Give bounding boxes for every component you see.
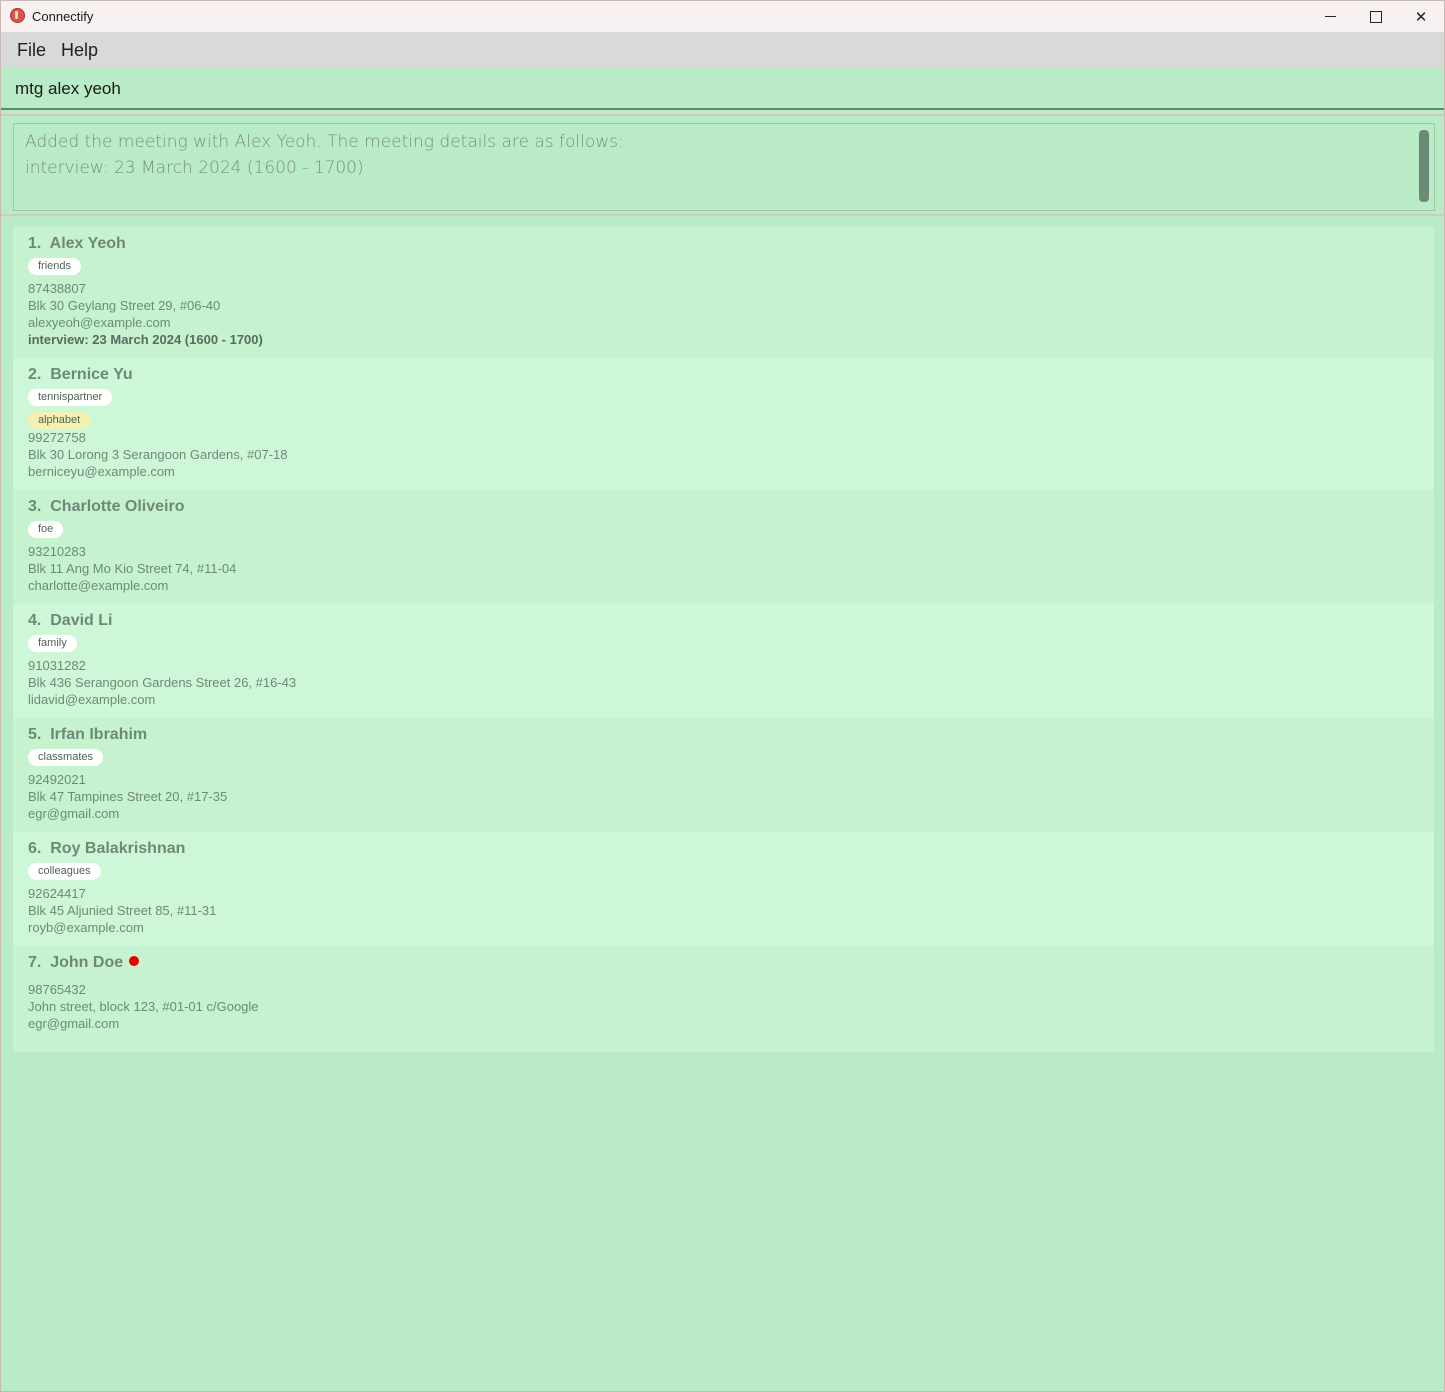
- person-phone: 93210283: [28, 544, 86, 559]
- person-index: 4.: [28, 612, 42, 629]
- tag: colleagues: [28, 863, 101, 880]
- person-email: lidavid@example.com: [28, 692, 156, 707]
- person-title: 2. Bernice Yu: [28, 366, 133, 384]
- close-button[interactable]: ✕: [1398, 1, 1444, 32]
- divider: [1, 214, 1444, 216]
- person-card[interactable]: 1. Alex Yeoh friends 87438807 Blk 30 Gey…: [13, 227, 1434, 358]
- person-title: 1. Alex Yeoh: [28, 235, 126, 253]
- app-window: Connectify ✕ File Help Added the meeting…: [0, 0, 1445, 1392]
- tag: family: [28, 635, 77, 652]
- minimize-button[interactable]: [1307, 1, 1353, 32]
- person-phone: 92624417: [28, 886, 86, 901]
- person-card[interactable]: 5. Irfan Ibrahim classmates 92492021 Blk…: [13, 718, 1434, 832]
- person-name: Alex Yeoh: [49, 235, 126, 252]
- person-meeting: interview: 23 March 2024 (1600 - 1700): [28, 332, 263, 347]
- person-email: egr@gmail.com: [28, 1016, 120, 1031]
- result-display: Added the meeting with Alex Yeoh. The me…: [13, 123, 1435, 211]
- title-bar: Connectify ✕: [1, 1, 1444, 32]
- result-scrollbar[interactable]: [1419, 130, 1429, 202]
- person-index: 7.: [28, 954, 42, 971]
- person-name: Charlotte Oliveiro: [50, 498, 185, 515]
- person-index: 5.: [28, 726, 42, 743]
- tag-highlighted: alphabet: [28, 412, 91, 429]
- result-text-line: interview: 23 March 2024 (1600 - 1700): [25, 158, 364, 178]
- person-card[interactable]: 2. Bernice Yu tennispartner alphabet 992…: [13, 358, 1434, 490]
- person-email: egr@gmail.com: [28, 806, 120, 821]
- person-address: Blk 436 Serangoon Gardens Street 26, #16…: [28, 675, 297, 690]
- close-icon: ✕: [1414, 7, 1428, 26]
- person-title: 7. John Doe: [28, 954, 140, 972]
- person-name: Irfan Ibrahim: [50, 726, 148, 743]
- menu-bar: File Help: [1, 32, 1444, 67]
- person-name: John Doe: [50, 954, 124, 971]
- person-address: Blk 30 Lorong 3 Serangoon Gardens, #07-1…: [28, 447, 288, 462]
- person-card[interactable]: 6. Roy Balakrishnan colleagues 92624417 …: [13, 832, 1434, 946]
- person-email: berniceyu@example.com: [28, 464, 175, 479]
- person-phone: 92492021: [28, 772, 86, 787]
- person-email: charlotte@example.com: [28, 578, 169, 593]
- person-list: 1. Alex Yeoh friends 87438807 Blk 30 Gey…: [13, 227, 1434, 1052]
- person-phone: 87438807: [28, 281, 86, 296]
- maximize-icon: [1370, 10, 1382, 23]
- status-dot-icon: [129, 956, 140, 966]
- person-index: 6.: [28, 840, 42, 857]
- person-index: 2.: [28, 366, 42, 383]
- tag: foe: [28, 521, 64, 538]
- person-card[interactable]: 3. Charlotte Oliveiro foe 93210283 Blk 1…: [13, 490, 1434, 604]
- menu-help[interactable]: Help: [61, 40, 98, 61]
- result-text-line: Added the meeting with Alex Yeoh. The me…: [25, 132, 624, 152]
- person-title: 4. David Li: [28, 612, 112, 630]
- person-title: 3. Charlotte Oliveiro: [28, 498, 184, 516]
- person-phone: 99272758: [28, 430, 86, 445]
- person-title: 6. Roy Balakrishnan: [28, 840, 185, 858]
- person-name: David Li: [50, 612, 113, 629]
- person-title: 5. Irfan Ibrahim: [28, 726, 147, 744]
- minimize-icon: [1324, 16, 1336, 17]
- tag: classmates: [28, 749, 104, 766]
- person-address: Blk 45 Aljunied Street 85, #11-31: [28, 903, 217, 918]
- command-box: [1, 67, 1444, 110]
- person-address: Blk 11 Ang Mo Kio Street 74, #11-04: [28, 561, 237, 576]
- person-phone: 91031282: [28, 658, 86, 673]
- person-address: Blk 47 Tampines Street 20, #17-35: [28, 789, 228, 804]
- tag: friends: [28, 258, 82, 275]
- person-index: 3.: [28, 498, 42, 515]
- tag: tennispartner: [28, 389, 113, 406]
- person-card[interactable]: 7. John Doe 98765432 John street, block …: [13, 946, 1434, 1052]
- person-email: alexyeoh@example.com: [28, 315, 171, 330]
- person-email: royb@example.com: [28, 920, 144, 935]
- window-title: Connectify: [32, 9, 94, 24]
- menu-file[interactable]: File: [17, 40, 46, 61]
- person-address: Blk 30 Geylang Street 29, #06-40: [28, 298, 221, 313]
- app-logo-icon: [10, 8, 25, 23]
- person-index: 1.: [28, 235, 42, 252]
- person-phone: 98765432: [28, 982, 86, 997]
- divider: [1, 114, 1444, 116]
- maximize-button[interactable]: [1353, 1, 1399, 32]
- command-input[interactable]: [15, 79, 1415, 99]
- person-card[interactable]: 4. David Li family 91031282 Blk 436 Sera…: [13, 604, 1434, 718]
- person-name: Bernice Yu: [50, 366, 133, 383]
- person-name: Roy Balakrishnan: [50, 840, 186, 857]
- person-address: John street, block 123, #01-01 c/Google: [28, 999, 259, 1014]
